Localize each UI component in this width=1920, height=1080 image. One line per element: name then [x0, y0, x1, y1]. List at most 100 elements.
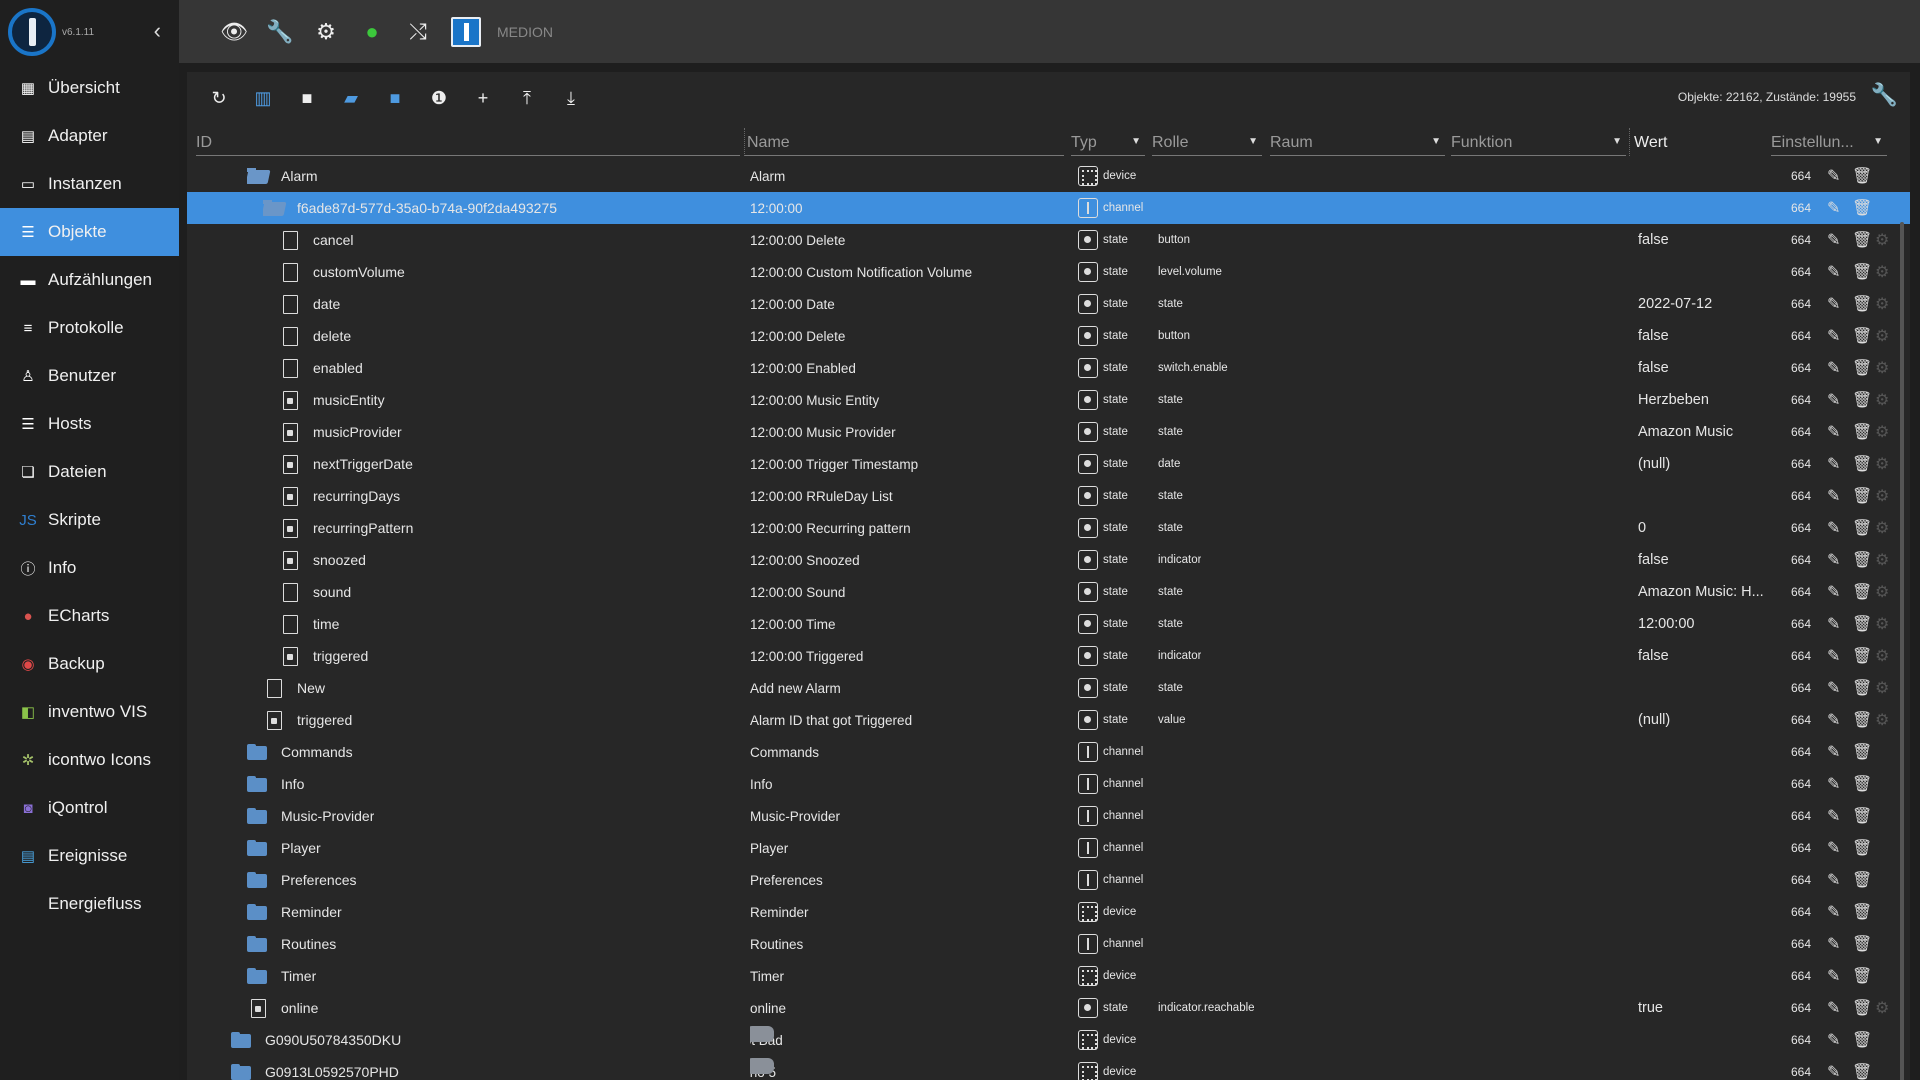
delete-icon[interactable]: 🗑	[1852, 960, 1872, 992]
gear-icon[interactable]: ⚙	[307, 13, 345, 51]
settings-gear-icon[interactable]: ⚙	[1875, 480, 1889, 512]
download-icon[interactable]: ⤓	[549, 78, 593, 118]
column-header-settings[interactable]: Einstellun... ▼	[1771, 128, 1887, 156]
row-id-cell[interactable]: musicEntity	[279, 384, 385, 416]
delete-icon[interactable]: 🗑	[1852, 256, 1872, 288]
row-id-cell[interactable]: recurringPattern	[279, 512, 413, 544]
delete-icon[interactable]: 🗑	[1852, 480, 1872, 512]
row-acl[interactable]: 664	[1791, 448, 1811, 480]
row-acl[interactable]: 664	[1791, 704, 1811, 736]
row-name[interactable]: 12:00:00 Music Entity	[750, 384, 1050, 416]
row-name[interactable]: 12:00:00 Snoozed	[750, 544, 1050, 576]
row-name[interactable]: Player	[750, 832, 1050, 864]
row-name[interactable]: Alarm	[750, 160, 1050, 192]
row-value[interactable]	[1638, 960, 1778, 992]
dropdown-arrow-icon[interactable]: ▼	[1131, 136, 1141, 147]
row-acl[interactable]: 664	[1791, 1056, 1811, 1080]
row-value[interactable]	[1638, 768, 1778, 800]
sidebar-item-15[interactable]: ◙ iQontrol	[0, 784, 179, 832]
sidebar-item-10[interactable]: ⓘ Info	[0, 544, 179, 592]
row-acl[interactable]: 664	[1791, 416, 1811, 448]
delete-icon[interactable]: 🗑	[1852, 448, 1872, 480]
row-value[interactable]	[1638, 1024, 1778, 1056]
row-acl[interactable]: 664	[1791, 192, 1811, 224]
row-acl[interactable]: 664	[1791, 928, 1811, 960]
row-acl[interactable]: 664	[1791, 1024, 1811, 1056]
delete-icon[interactable]: 🗑	[1852, 864, 1872, 896]
edit-icon[interactable]: ✎	[1827, 448, 1840, 480]
delete-icon[interactable]: 🗑	[1852, 416, 1872, 448]
sidebar-item-0[interactable]: ▦ Übersicht	[0, 64, 179, 112]
settings-gear-icon[interactable]: ⚙	[1875, 992, 1889, 1024]
sidebar-item-9[interactable]: JS Skripte	[0, 496, 179, 544]
delete-icon[interactable]: 🗑	[1852, 544, 1872, 576]
delete-icon[interactable]: 🗑	[1852, 640, 1872, 672]
table-row[interactable]: musicProvider 12:00:00 Music Provider stat…	[187, 416, 1910, 448]
column-header-type[interactable]: Typ ▼	[1071, 128, 1145, 156]
edit-icon[interactable]: ✎	[1827, 384, 1840, 416]
row-acl[interactable]: 664	[1791, 800, 1811, 832]
settings-gear-icon[interactable]: ⚙	[1875, 544, 1889, 576]
edit-icon[interactable]: ✎	[1827, 736, 1840, 768]
row-name[interactable]: 12:00:00 Music Provider	[750, 416, 1050, 448]
table-row[interactable]: time 12:00:00 Time state state 12:00:00 664 ✎ 🗑…	[187, 608, 1910, 640]
row-value[interactable]: false	[1638, 320, 1778, 352]
row-value[interactable]	[1638, 800, 1778, 832]
dropdown-arrow-icon[interactable]: ▼	[1431, 136, 1441, 147]
edit-icon[interactable]: ✎	[1827, 544, 1840, 576]
table-row[interactable]: Info Info channel 664 ✎ 🗑	[187, 768, 1910, 800]
row-name[interactable]: 12:00:00 Recurring pattern	[750, 512, 1050, 544]
delete-icon[interactable]: 🗑	[1852, 1024, 1872, 1056]
row-name[interactable]: Alarm ID that got Triggered	[750, 704, 1050, 736]
row-acl[interactable]: 664	[1791, 960, 1811, 992]
column-header-function[interactable]: Funktion ▼	[1451, 128, 1626, 156]
settings-gear-icon[interactable]: ⚙	[1875, 576, 1889, 608]
row-value[interactable]	[1638, 192, 1778, 224]
table-row[interactable]: recurringDays 12:00:00 RRuleDay List state…	[187, 480, 1910, 512]
delete-icon[interactable]: 🗑	[1852, 896, 1872, 928]
delete-icon[interactable]: 🗑	[1852, 288, 1872, 320]
row-value[interactable]	[1638, 896, 1778, 928]
row-name[interactable]: Dot Bad	[750, 1024, 1050, 1056]
row-id-cell[interactable]: f6ade87d-577d-35a0-b74a-90f2da493275	[263, 192, 557, 224]
edit-icon[interactable]: ✎	[1827, 928, 1840, 960]
row-id-cell[interactable]: New	[263, 672, 325, 704]
sidebar-item-3[interactable]: ☰ Objekte	[0, 208, 179, 256]
row-id-cell[interactable]: G090U50784350DKU	[231, 1024, 401, 1056]
sidebar-item-6[interactable]: ♙ Benutzer	[0, 352, 179, 400]
row-id-cell[interactable]: online	[247, 992, 318, 1024]
sidebar-item-17[interactable]: Energiefluss	[0, 880, 179, 928]
table-row[interactable]: snoozed 12:00:00 Snoozed state indicator fal…	[187, 544, 1910, 576]
row-acl[interactable]: 664	[1791, 992, 1811, 1024]
row-id-cell[interactable]: Music-Provider	[247, 800, 374, 832]
edit-icon[interactable]: ✎	[1827, 832, 1840, 864]
delete-icon[interactable]: 🗑	[1852, 1056, 1872, 1080]
edit-icon[interactable]: ✎	[1827, 288, 1840, 320]
row-id-cell[interactable]: Info	[247, 768, 304, 800]
delete-icon[interactable]: 🗑	[1852, 384, 1872, 416]
row-acl[interactable]: 664	[1791, 768, 1811, 800]
table-row[interactable]: f6ade87d-577d-35a0-b74a-90f2da493275 12:0…	[187, 192, 1910, 224]
edit-icon[interactable]: ✎	[1827, 480, 1840, 512]
row-value[interactable]: false	[1638, 224, 1778, 256]
row-name[interactable]: 12:00:00 Sound	[750, 576, 1050, 608]
delete-icon[interactable]: 🗑	[1852, 832, 1872, 864]
sidebar-item-12[interactable]: ◉ Backup	[0, 640, 179, 688]
edit-icon[interactable]: ✎	[1827, 608, 1840, 640]
row-id-cell[interactable]: Commands	[247, 736, 353, 768]
delete-icon[interactable]: 🗑	[1852, 768, 1872, 800]
row-value[interactable]: false	[1638, 352, 1778, 384]
edit-icon[interactable]: ✎	[1827, 320, 1840, 352]
row-acl[interactable]: 664	[1791, 608, 1811, 640]
wrench-icon[interactable]: 🔧	[261, 13, 299, 51]
row-id-cell[interactable]: date	[279, 288, 340, 320]
delete-icon[interactable]: 🗑	[1852, 320, 1872, 352]
table-row[interactable]: musicEntity 12:00:00 Music Entity state sta…	[187, 384, 1910, 416]
row-acl[interactable]: 664	[1791, 480, 1811, 512]
columns-icon[interactable]: ▥	[241, 78, 285, 118]
edit-icon[interactable]: ✎	[1827, 1024, 1840, 1056]
settings-gear-icon[interactable]: ⚙	[1875, 640, 1889, 672]
row-id-cell[interactable]: time	[279, 608, 339, 640]
row-value[interactable]	[1638, 832, 1778, 864]
row-id-cell[interactable]: Reminder	[247, 896, 342, 928]
